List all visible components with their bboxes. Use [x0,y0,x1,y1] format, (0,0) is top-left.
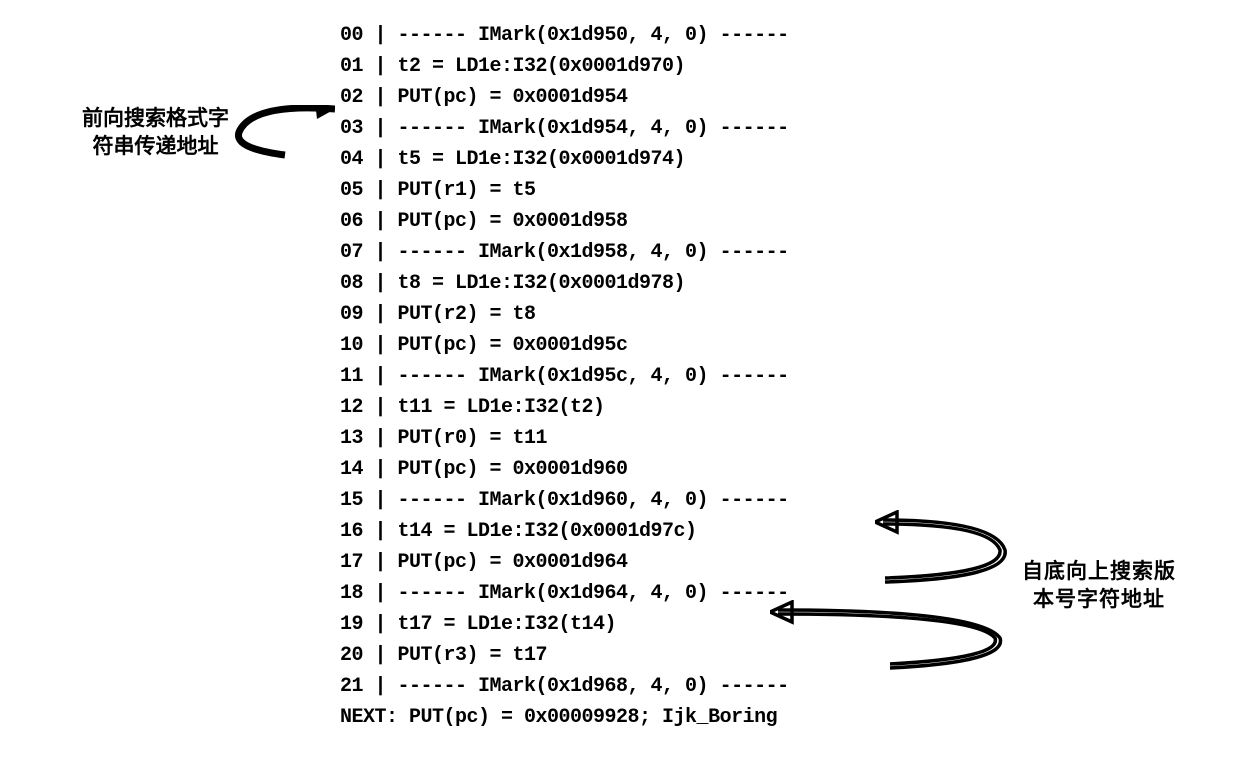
code-line: 05 | PUT(r1) = t5 [340,175,789,206]
code-line: 19 | t17 = LD1e:I32(t14) [340,609,789,640]
code-line: 03 | ------ IMark(0x1d954, 4, 0) ------ [340,113,789,144]
code-line: 10 | PUT(pc) = 0x0001d95c [340,330,789,361]
code-line: 16 | t14 = LD1e:I32(0x0001d97c) [340,516,789,547]
right-label-line2: 本号字符地址 [1033,588,1165,611]
code-line: 15 | ------ IMark(0x1d960, 4, 0) ------ [340,485,789,516]
left-curved-arrow-icon [225,105,335,160]
code-line-next: NEXT: PUT(pc) = 0x00009928; Ijk_Boring [340,702,789,733]
code-line: 18 | ------ IMark(0x1d964, 4, 0) ------ [340,578,789,609]
code-line: 04 | t5 = LD1e:I32(0x0001d974) [340,144,789,175]
code-line: 11 | ------ IMark(0x1d95c, 4, 0) ------ [340,361,789,392]
code-line: 01 | t2 = LD1e:I32(0x0001d970) [340,51,789,82]
left-annotation-label: 前向搜索格式字 符串传递地址 [82,105,229,161]
code-line: 02 | PUT(pc) = 0x0001d954 [340,82,789,113]
right-label-line1: 自底向上搜索版 [1022,560,1176,583]
code-line: 17 | PUT(pc) = 0x0001d964 [340,547,789,578]
code-line: 12 | t11 = LD1e:I32(t2) [340,392,789,423]
code-line: 13 | PUT(r0) = t11 [340,423,789,454]
right-top-curved-arrow-icon [875,510,1020,590]
right-annotation-label: 自底向上搜索版 本号字符地址 [1022,558,1176,614]
code-line: 09 | PUT(r2) = t8 [340,299,789,330]
code-line: 21 | ------ IMark(0x1d968, 4, 0) ------ [340,671,789,702]
code-line: 08 | t8 = LD1e:I32(0x0001d978) [340,268,789,299]
left-label-line2: 符串传递地址 [93,135,219,158]
ir-code-block: 00 | ------ IMark(0x1d950, 4, 0) ------ … [340,20,789,733]
code-line: 07 | ------ IMark(0x1d958, 4, 0) ------ [340,237,789,268]
code-line: 14 | PUT(pc) = 0x0001d960 [340,454,789,485]
code-line: 06 | PUT(pc) = 0x0001d958 [340,206,789,237]
right-bot-curved-arrow-icon [770,600,1018,675]
code-line: 20 | PUT(r3) = t17 [340,640,789,671]
code-line: 00 | ------ IMark(0x1d950, 4, 0) ------ [340,20,789,51]
left-label-line1: 前向搜索格式字 [82,107,229,130]
